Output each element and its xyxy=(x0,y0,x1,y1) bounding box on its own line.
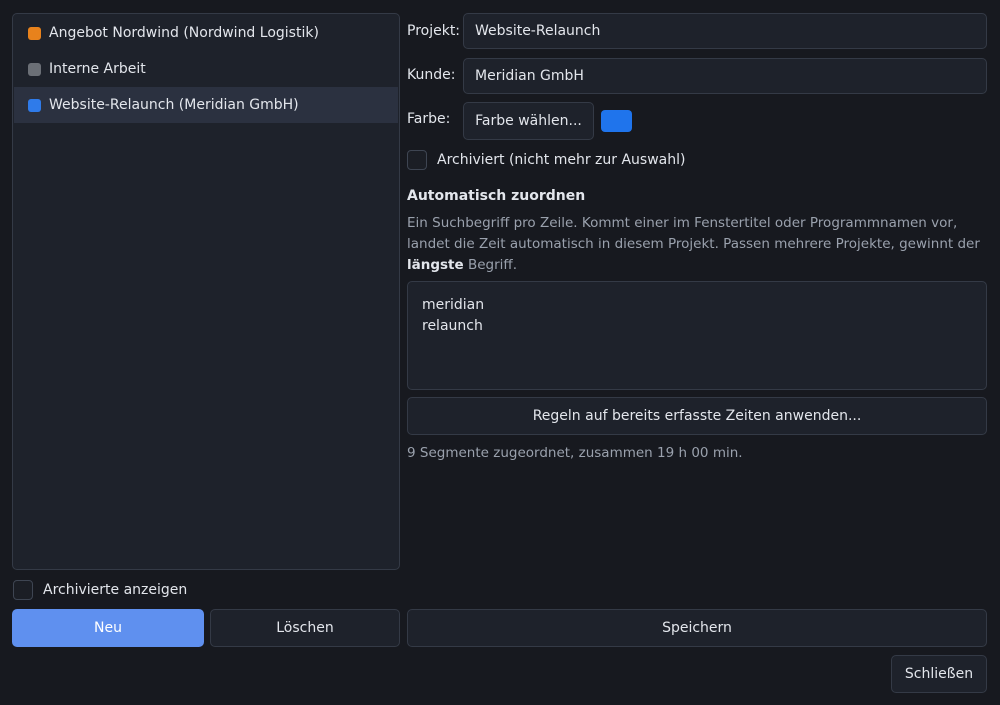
project-list[interactable]: Angebot Nordwind (Nordwind Logistik) Int… xyxy=(12,13,400,570)
archived-checkbox[interactable] xyxy=(407,150,427,170)
archived-label: Archiviert (nicht mehr zur Auswahl) xyxy=(437,152,686,168)
auto-assign-description-bold: längste xyxy=(407,257,464,273)
archived-row[interactable]: Archiviert (nicht mehr zur Auswahl) xyxy=(407,150,685,170)
color-preview-swatch[interactable] xyxy=(601,110,632,132)
rule-line: meridian xyxy=(422,297,485,313)
project-item-label: Interne Arbeit xyxy=(49,61,146,77)
project-color-swatch xyxy=(28,62,41,76)
rules-textarea[interactable]: meridian relaunch xyxy=(407,281,987,390)
project-item-label: Angebot Nordwind (Nordwind Logistik) xyxy=(49,25,319,41)
show-archived-checkbox[interactable] xyxy=(13,580,33,600)
choose-color-button[interactable]: Farbe wählen... xyxy=(463,102,594,140)
auto-assign-description-tail: Begriff. xyxy=(463,257,517,273)
project-item-label: Website-Relaunch (Meridian GmbH) xyxy=(49,97,299,113)
auto-assign-description-text: Ein Suchbegriff pro Zeile. Kommt einer i… xyxy=(407,215,980,252)
color-label: Farbe: xyxy=(407,111,451,127)
assignment-status: 9 Segmente zugeordnet, zusammen 19 h 00 … xyxy=(407,445,743,461)
save-button[interactable]: Speichern xyxy=(407,609,987,647)
show-archived-label: Archivierte anzeigen xyxy=(43,582,188,598)
project-list-item-website-relaunch[interactable]: Website-Relaunch (Meridian GmbH) xyxy=(14,87,398,123)
project-color-swatch xyxy=(28,26,41,40)
auto-assign-description: Ein Suchbegriff pro Zeile. Kommt einer i… xyxy=(407,213,987,276)
project-name-label: Projekt: xyxy=(407,23,461,39)
client-input[interactable]: Meridian GmbH xyxy=(463,58,987,94)
project-list-item-nordwind[interactable]: Angebot Nordwind (Nordwind Logistik) xyxy=(14,15,398,51)
new-button[interactable]: Neu xyxy=(12,609,204,647)
project-name-input[interactable]: Website-Relaunch xyxy=(463,13,987,49)
close-button[interactable]: Schließen xyxy=(891,655,987,693)
client-label: Kunde: xyxy=(407,67,456,83)
auto-assign-title: Automatisch zuordnen xyxy=(407,188,586,204)
project-color-swatch xyxy=(28,98,41,112)
rule-line: relaunch xyxy=(422,318,483,334)
project-list-item-internal[interactable]: Interne Arbeit xyxy=(14,51,398,87)
delete-button[interactable]: Löschen xyxy=(210,609,400,647)
show-archived-row[interactable]: Archivierte anzeigen xyxy=(13,580,187,600)
apply-rules-button[interactable]: Regeln auf bereits erfasste Zeiten anwen… xyxy=(407,397,987,435)
project-dialog: Angebot Nordwind (Nordwind Logistik) Int… xyxy=(0,0,1000,705)
